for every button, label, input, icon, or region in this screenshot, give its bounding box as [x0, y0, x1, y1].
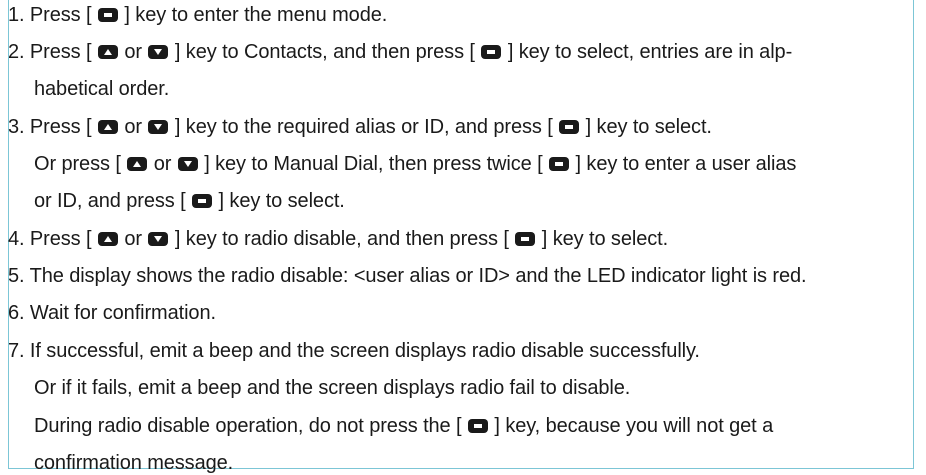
- step-text: Or press [: [34, 153, 127, 175]
- step-text: habetical order.: [34, 78, 170, 100]
- step-text: 6. Wait for confirmation.: [8, 302, 216, 324]
- step-text: ] key to radio disable, and then press [: [169, 228, 515, 250]
- up-key-icon: [127, 157, 148, 171]
- step-text: ] key to Contacts, and then press [: [169, 41, 481, 63]
- step-text: 3. Press [: [8, 116, 97, 138]
- step-1: 1. Press [ ] key to enter the menu mode.: [8, 3, 387, 27]
- step-text: confirmation message.: [34, 452, 234, 474]
- step-2-continued: habetical order.: [34, 77, 169, 101]
- step-text: ] key to select, entries are in alp-: [502, 41, 793, 63]
- menu-key-icon: [192, 194, 213, 208]
- menu-key-icon: [97, 8, 118, 22]
- step-7-note: During radio disable operation, do not p…: [34, 414, 773, 438]
- up-key-icon: [97, 232, 118, 246]
- step-3: 3. Press [ or ] key to the required alia…: [8, 115, 712, 139]
- step-3-alternative-continued: or ID, and press [ ] key to select.: [34, 189, 345, 213]
- menu-key-icon: [481, 45, 502, 59]
- step-text: or: [148, 153, 177, 175]
- menu-key-icon: [467, 419, 488, 433]
- step-text: ] key to enter a user alias: [570, 153, 797, 175]
- step-6: 6. Wait for confirmation.: [8, 301, 216, 325]
- step-text: or: [118, 116, 148, 138]
- step-text: 7. If successful, emit a beep and the sc…: [8, 340, 700, 362]
- step-text: ] key to Manual Dial, then press twice [: [198, 153, 549, 175]
- step-text: ] key, because you will not get a: [488, 415, 774, 437]
- step-7: 7. If successful, emit a beep and the sc…: [8, 339, 700, 363]
- up-key-icon: [97, 120, 118, 134]
- step-text: or: [118, 228, 148, 250]
- step-text: During radio disable operation, do not p…: [34, 415, 467, 437]
- step-7-fail: Or if it fails, emit a beep and the scre…: [34, 376, 630, 400]
- step-text: ] key to enter the menu mode.: [118, 4, 388, 26]
- down-key-icon: [148, 120, 169, 134]
- step-text: 1. Press [: [8, 4, 97, 26]
- up-key-icon: [97, 45, 118, 59]
- down-key-icon: [148, 232, 169, 246]
- step-3-alternative: Or press [ or ] key to Manual Dial, then…: [34, 152, 796, 176]
- step-7-note-continued: confirmation message.: [34, 451, 233, 475]
- down-key-icon: [148, 45, 169, 59]
- step-text: or: [118, 41, 148, 63]
- step-text: 2. Press [: [8, 41, 97, 63]
- step-2: 2. Press [ or ] key to Contacts, and the…: [8, 40, 792, 64]
- down-key-icon: [177, 157, 198, 171]
- step-text: ] key to select.: [580, 116, 712, 138]
- step-text: 4. Press [: [8, 228, 97, 250]
- menu-key-icon: [559, 120, 580, 134]
- step-text: ] key to the required alias or ID, and p…: [169, 116, 559, 138]
- step-4: 4. Press [ or ] key to radio disable, an…: [8, 227, 668, 251]
- step-text: ] key to select.: [213, 190, 345, 212]
- menu-key-icon: [515, 232, 536, 246]
- step-5: 5. The display shows the radio disable: …: [8, 264, 807, 288]
- menu-key-icon: [549, 157, 570, 171]
- step-text: 5. The display shows the radio disable: …: [8, 265, 807, 287]
- step-text: ] key to select.: [536, 228, 669, 250]
- step-text: or ID, and press [: [34, 190, 192, 212]
- step-text: Or if it fails, emit a beep and the scre…: [34, 377, 631, 399]
